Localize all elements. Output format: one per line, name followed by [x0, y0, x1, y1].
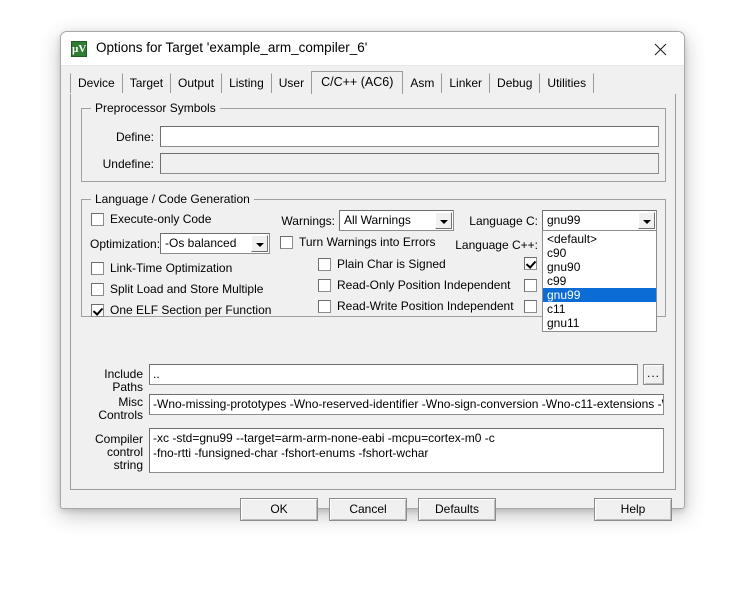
language-c-option-gnu11[interactable]: gnu11: [543, 316, 656, 330]
plain-char-signed-box: [318, 258, 331, 271]
language-c-option-c11[interactable]: c11: [543, 302, 656, 316]
keil-uvision-icon-glyph: µV: [72, 43, 87, 55]
compiler-control-string-label-line3: string: [113, 458, 143, 472]
tab-linker[interactable]: Linker: [441, 73, 491, 93]
link-time-optimization-box: [91, 262, 104, 275]
language-c-combobox[interactable]: gnu99: [542, 210, 657, 231]
optimization-value: -Os balanced: [165, 236, 237, 250]
misc-controls-label-line1: Misc: [118, 395, 143, 409]
define-label: Define:: [115, 130, 154, 144]
cancel-button[interactable]: Cancel: [329, 498, 407, 521]
tab-strip: Device Target Output Listing User C/C++ …: [70, 71, 676, 94]
compiler-control-string-input[interactable]: -xc -std=gnu99 --target=arm-arm-none-eab…: [149, 428, 664, 473]
execute-only-code-box: [91, 213, 104, 226]
tab-output[interactable]: Output: [170, 73, 223, 93]
language-code-generation-group: Language / Code Generation Execute-only …: [81, 192, 666, 332]
tab-panel-c-cpp: Preprocessor Symbols Define: Undefine: L…: [70, 94, 676, 490]
misc-controls-input[interactable]: -Wno-missing-prototypes -Wno-reserved-id…: [149, 394, 664, 415]
language-cpp-option-2-box: [524, 279, 537, 292]
preprocessor-symbols-legend: Preprocessor Symbols: [91, 101, 220, 115]
include-paths-input[interactable]: ..: [149, 364, 638, 385]
include-paths-label-line2: Paths: [112, 380, 143, 394]
warnings-label: Warnings:: [281, 214, 335, 228]
read-only-position-independent-box: [318, 279, 331, 292]
window-title: Options for Target 'example_arm_compiler…: [96, 40, 368, 55]
warnings-value: All Warnings: [344, 213, 411, 227]
tab-listing[interactable]: Listing: [221, 73, 272, 93]
language-c-option-gnu99[interactable]: gnu99: [543, 288, 656, 302]
chevron-down-icon[interactable]: [435, 212, 452, 229]
tab-device[interactable]: Device: [70, 73, 123, 93]
misc-controls-label-line2: Controls: [98, 408, 143, 422]
tab-utilities[interactable]: Utilities: [539, 73, 595, 93]
language-cpp-option-1-box: [524, 257, 537, 270]
language-c-option-gnu90[interactable]: gnu90: [543, 260, 656, 274]
title-bar: µV Options for Target 'example_arm_compi…: [61, 32, 684, 66]
language-c-option-default[interactable]: <default>: [543, 232, 656, 246]
language-c-option-c99[interactable]: c99: [543, 274, 656, 288]
split-load-store-label: Split Load and Store Multiple: [110, 282, 264, 296]
close-icon[interactable]: [638, 32, 684, 64]
language-c-value: gnu99: [547, 213, 581, 227]
ok-button[interactable]: OK: [240, 498, 318, 521]
optimization-combobox[interactable]: -Os balanced: [160, 233, 270, 254]
tab-c-cpp-ac6[interactable]: C/C++ (AC6): [311, 71, 404, 94]
one-elf-section-box: [91, 304, 104, 317]
split-load-store-box: [91, 283, 104, 296]
include-paths-browse-button[interactable]: ...: [643, 364, 664, 385]
chevron-down-icon[interactable]: [638, 212, 655, 229]
turn-warnings-into-errors-label: Turn Warnings into Errors: [299, 235, 436, 249]
include-paths-label-line1: Include: [104, 367, 143, 381]
options-dialog: µV Options for Target 'example_arm_compi…: [60, 31, 685, 521]
tab-user[interactable]: User: [270, 73, 313, 93]
define-input[interactable]: [160, 126, 659, 147]
language-cpp-label: Language C++:: [455, 238, 538, 252]
link-time-optimization-label: Link-Time Optimization: [110, 261, 233, 275]
compiler-control-string-label-line1: Compiler: [94, 432, 143, 446]
optimization-label: Optimization:: [90, 237, 161, 251]
one-elf-section-label: One ELF Section per Function: [110, 303, 272, 317]
undefine-input[interactable]: [160, 153, 659, 174]
language-c-label: Language C:: [469, 214, 538, 228]
read-write-position-independent-box: [318, 300, 331, 313]
chevron-down-icon[interactable]: [251, 235, 268, 252]
keil-uvision-icon: µV: [71, 41, 87, 57]
execute-only-code-label: Execute-only Code: [110, 212, 212, 226]
preprocessor-symbols-group: Preprocessor Symbols Define: Undefine:: [81, 101, 666, 182]
plain-char-signed-label: Plain Char is Signed: [337, 257, 446, 271]
help-button[interactable]: Help: [594, 498, 672, 521]
undefine-label: Undefine:: [102, 157, 154, 171]
compiler-control-string-label-line2: control: [106, 445, 143, 459]
tab-target[interactable]: Target: [121, 73, 172, 93]
language-cpp-option-3-box: [524, 300, 537, 313]
warnings-combobox[interactable]: All Warnings: [339, 210, 454, 231]
language-c-option-c90[interactable]: c90: [543, 246, 656, 260]
close-icon-glyph: [654, 43, 667, 56]
turn-warnings-into-errors-box: [280, 236, 293, 249]
read-write-position-independent-label: Read-Write Position Independent: [337, 299, 514, 313]
language-c-dropdown-list[interactable]: <default> c90 gnu90 c99 gnu99 c11 gnu11: [542, 230, 657, 332]
defaults-button[interactable]: Defaults: [418, 498, 496, 521]
read-only-position-independent-label: Read-Only Position Independent: [337, 278, 511, 292]
tab-asm[interactable]: Asm: [402, 73, 443, 93]
language-code-generation-legend: Language / Code Generation: [91, 192, 254, 206]
tab-debug[interactable]: Debug: [489, 73, 541, 93]
